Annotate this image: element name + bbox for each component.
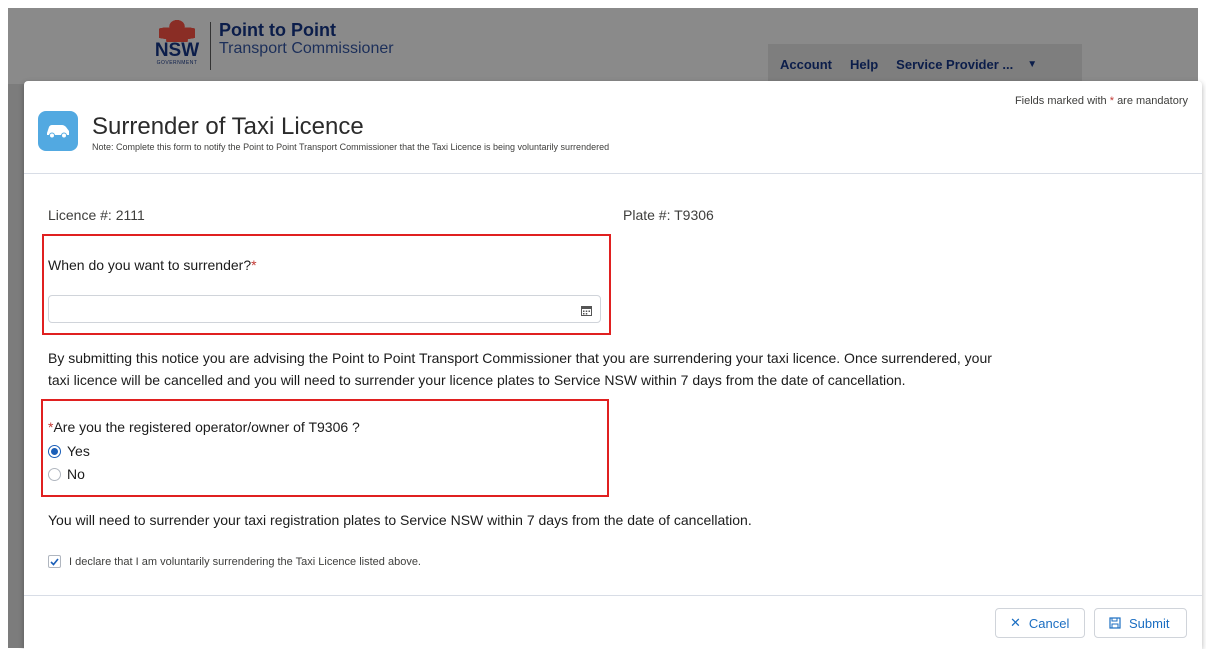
logo-mark: NSW GOVERNMENT [150,20,204,66]
radio-no-label: No [67,466,85,482]
caret-down-icon[interactable]: ▼ [1027,59,1037,70]
radio-yes[interactable]: Yes [48,443,90,459]
mandatory-suffix: are mandatory [1117,95,1188,107]
surrender-notice: By submitting this notice you are advisi… [48,347,992,391]
required-star: * [251,257,257,273]
submit-label: Submit [1129,615,1170,631]
logo-title: Point to Point [219,20,336,40]
surrender-date-input[interactable] [48,295,601,323]
notice-line-1: By submitting this notice you are advisi… [48,350,992,366]
modal-header: Fields marked with * are mandatory Surre… [24,81,1202,174]
logo-subtitle: Transport Commissioner [219,40,394,57]
notice-line-2: taxi licence will be cancelled and you w… [48,372,906,388]
mandatory-star: * [1109,95,1114,107]
licence-number: Licence #: 2111 [48,207,145,223]
surrender-modal: Fields marked with * are mandatory Surre… [24,81,1202,649]
top-nav: Account Help Service Provider ... ▼ [768,44,1082,84]
logo-divider [210,22,211,70]
logo-nsw: NSW [154,40,200,61]
declaration-label: I declare that I am voluntarily surrende… [69,555,421,568]
nav-help[interactable]: Help [850,57,878,72]
operator-question-label: *Are you the registered operator/owner o… [48,419,360,435]
modal-footer: ✕ Cancel Submit [24,595,1202,649]
plate-number: Plate #: T9306 [623,207,714,223]
mandatory-note: Fields marked with * are mandatory [1015,95,1188,107]
declaration[interactable]: I declare that I am voluntarily surrende… [48,555,421,568]
cancel-label: Cancel [1028,615,1070,631]
modal-title: Surrender of Taxi Licence [92,113,364,140]
surrender-date-question: When do you want to surrender? [48,257,252,273]
plates-notice: You will need to surrender your taxi reg… [48,512,752,528]
nav-account[interactable]: Account [780,57,832,72]
nsw-logo: NSW GOVERNMENT Point to Point Transport … [150,20,394,70]
radio-no-button[interactable] [48,467,61,481]
calendar-icon[interactable] [581,303,592,321]
operator-question: Are you the registered operator/owner of… [53,419,360,435]
cancel-button[interactable]: ✕ Cancel [995,608,1085,638]
waratah-icon [159,20,195,42]
save-icon [1109,617,1121,629]
surrender-date-label: When do you want to surrender?* [48,257,257,273]
submit-button[interactable]: Submit [1094,608,1187,638]
radio-yes-button[interactable] [48,444,61,458]
radio-yes-label: Yes [67,443,90,459]
nav-service-provider[interactable]: Service Provider ... [896,57,1013,72]
close-icon: ✕ [1010,615,1021,630]
car-icon [38,111,78,151]
check-icon [50,557,59,566]
operator-question-highlight [41,399,609,497]
radio-no[interactable]: No [48,466,85,482]
declaration-checkbox[interactable] [48,555,61,568]
mandatory-prefix: Fields marked with [1014,95,1107,107]
modal-note: Note: Complete this form to notify the P… [92,142,610,152]
logo-government: GOVERNMENT [156,60,198,66]
